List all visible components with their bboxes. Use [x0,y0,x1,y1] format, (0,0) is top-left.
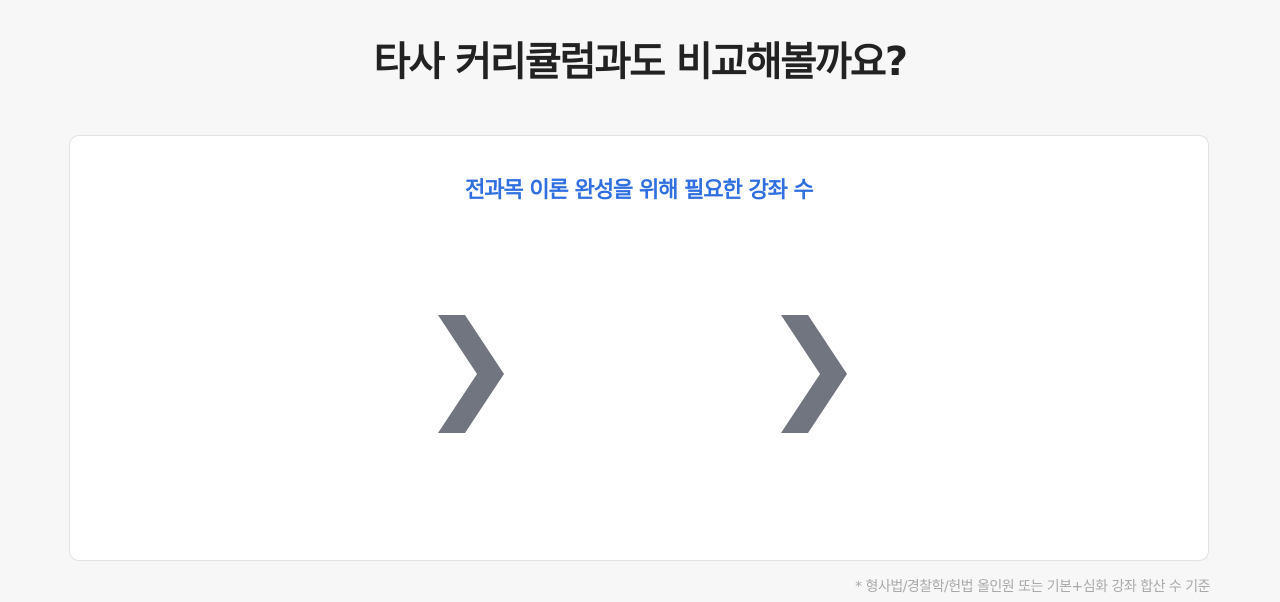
section-title: 타사 커리큘럼과도 비교해볼까요? [373,39,908,85]
chevron-right-icon [438,315,504,433]
footnote: * 형사법/경찰학/헌법 올인원 또는 기본+심화 강좌 합산 수 기준 [855,579,1210,595]
card-subtitle: 전과목 이론 완성을 위해 필요한 강좌 수 [465,178,814,203]
chevron-right-icon [781,315,847,433]
comparison-section: 타사 커리큘럼과도 비교해볼까요? 전과목 이론 완성을 위해 필요한 강좌 수… [0,0,1280,602]
comparison-card: 전과목 이론 완성을 위해 필요한 강좌 수 [69,135,1209,561]
